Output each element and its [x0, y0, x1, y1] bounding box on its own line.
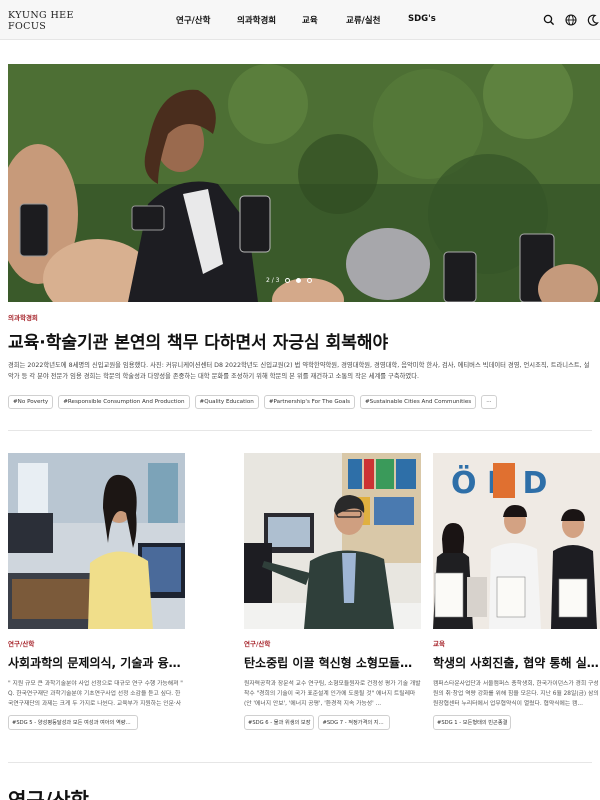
tag-chip[interactable]: #SDG 6 - 물과 위생의 보장 — [244, 715, 315, 730]
divider — [8, 762, 592, 763]
divider — [8, 430, 592, 431]
card-title[interactable]: 탄소중립 이끌 혁신형 소형모듈원자로 — [244, 654, 421, 671]
nav-item-research[interactable]: 연구/산학 — [176, 14, 210, 26]
hero-image — [8, 64, 600, 302]
hero-summary: 경희는 2022학년도에 8세명의 신입교원을 임용했다. 사진: 커뮤니케이션… — [8, 362, 590, 380]
card-image[interactable] — [8, 453, 185, 629]
card-category[interactable]: 연구/산학 — [8, 638, 185, 648]
tag-chip[interactable]: #Quality Education — [194, 395, 259, 409]
logo-line-2: FOCUS — [8, 21, 47, 32]
nav-item-medical[interactable]: 의과학경희 — [237, 14, 276, 26]
card-summary: " 지원 규모 큰 과학기술분야 사업 선정으로 대규모 연구 수행 가능해져 … — [8, 681, 183, 707]
search-icon[interactable] — [542, 13, 556, 27]
hero-carousel[interactable]: 2 / 3 — [8, 64, 600, 302]
tag-chip[interactable]: #Sustainable Cities And Communities — [360, 395, 477, 409]
article-card[interactable]: Ö N D 교육 학생의 사회진출, 협약 통해 실천으로 캠퍼스타운사업단과 … — [433, 453, 600, 730]
card-tags: #SDG 6 - 물과 위생의 보장 #SDG 7 - 적정가격의 지속가능한 … — [244, 715, 421, 730]
more-tags-button[interactable]: ··· — [481, 395, 497, 409]
card-category[interactable]: 연구/산학 — [244, 638, 421, 648]
moon-icon[interactable] — [586, 13, 600, 27]
article-card[interactable]: 연구/산학 사회과학의 문제의식, 기술과 융합연구로 과학 발전 " 지원 규… — [8, 453, 185, 730]
card-image[interactable] — [244, 453, 421, 629]
section-heading: 연구/산학 — [8, 788, 89, 800]
tag-chip[interactable]: #SDG 1 - 모든형태의 빈곤종결 — [433, 715, 512, 730]
hero-tags: #No Poverty #Responsible Consumption And… — [8, 395, 497, 409]
carousel-dot-active[interactable] — [296, 277, 302, 283]
nav-item-education[interactable]: 교육 — [302, 14, 318, 26]
hero-category[interactable]: 의과학경희 — [8, 312, 38, 322]
hero-title[interactable]: 교육·학술기관 본연의 책무 다하면서 자긍심 회복해야 — [8, 328, 388, 353]
globe-icon[interactable] — [564, 13, 578, 27]
carousel-dot[interactable] — [285, 277, 291, 283]
card-category[interactable]: 교육 — [433, 638, 600, 648]
carousel-dot[interactable] — [307, 277, 313, 283]
logo-line-1: KYUNG HEE — [8, 10, 74, 21]
nav-item-exchange[interactable]: 교류/실천 — [346, 14, 380, 26]
site-logo[interactable]: KYUNG HEE FOCUS — [8, 10, 74, 32]
card-summary: 원자력공학과 장문석 교수 연구팀, 소형모듈원자로 건정성 평가 기술 개발 … — [244, 681, 421, 707]
card-summary: 캠퍼스타운사업단과 서울캠퍼스 총학생회, 한국가이던스가 경희 구성원의 취·… — [433, 681, 599, 707]
tag-chip[interactable]: #No Poverty — [8, 395, 54, 409]
tag-chip[interactable]: #Partnership's For The Goals — [263, 395, 355, 409]
card-title[interactable]: 사회과학의 문제의식, 기술과 융합연구로 과학 발전 — [8, 654, 185, 671]
card-title[interactable]: 학생의 사회진출, 협약 통해 실천으로 — [433, 654, 600, 671]
card-tags: #SDG 5 - 양성평등달성과 모든 여성과 여아의 역량강화 — [8, 715, 185, 730]
tag-chip[interactable]: #Responsible Consumption And Production — [58, 395, 190, 409]
site-header: KYUNG HEE FOCUS 연구/산학 의과학경희 교육 교류/실천 SDG… — [0, 0, 600, 40]
card-tags: #SDG 1 - 모든형태의 빈곤종결 — [433, 715, 600, 730]
carousel-indicator: 2 / 3 — [266, 274, 313, 286]
article-card[interactable]: 연구/산학 탄소중립 이끌 혁신형 소형모듈원자로 원자력공학과 장문석 교수 … — [244, 453, 421, 730]
tag-chip[interactable]: #SDG 7 - 적정가격의 지속가능한 에너지 — [318, 715, 391, 730]
card-image[interactable]: Ö N D — [433, 453, 600, 629]
tag-chip[interactable]: #SDG 5 - 양성평등달성과 모든 여성과 여아의 역량강화 — [8, 715, 138, 730]
slide-label: 2 / 3 — [266, 276, 280, 284]
nav-item-sdgs[interactable]: SDG's — [408, 14, 436, 24]
